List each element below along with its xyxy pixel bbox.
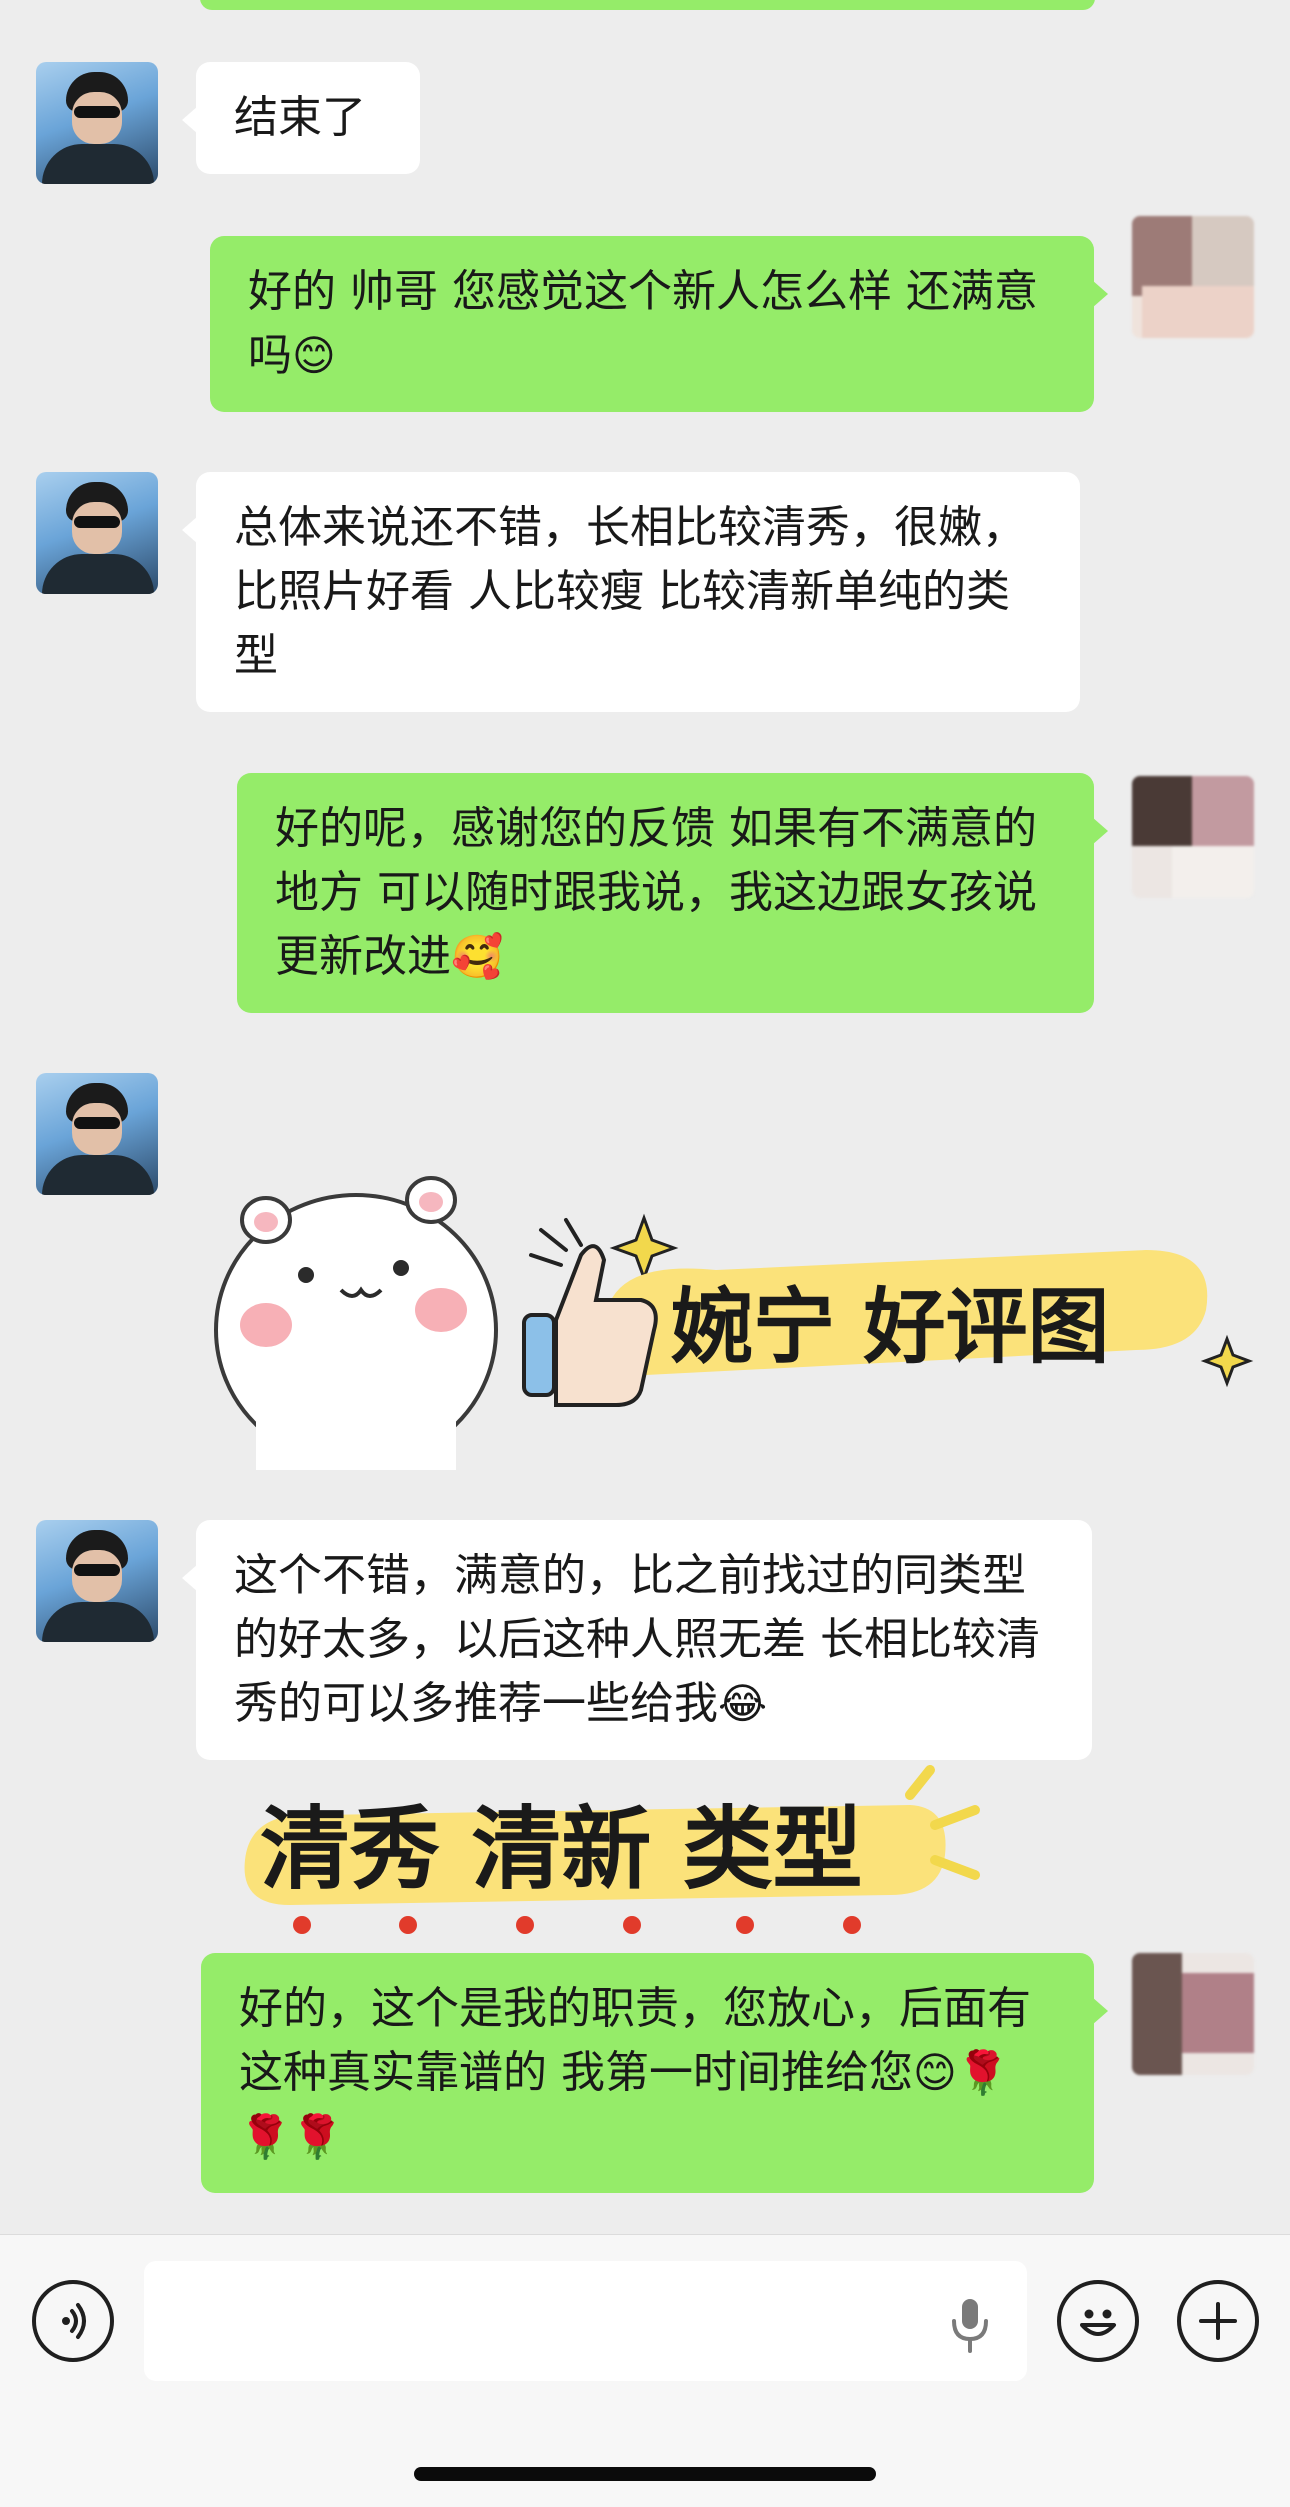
self-avatar[interactable] xyxy=(1132,216,1254,338)
message-text: 这个不错，满意的，比之前找过的同类型的好太多，以后这种人照无差 长相比较清秀的可… xyxy=(234,1550,1040,1729)
contact-avatar[interactable] xyxy=(36,472,158,594)
review-sticker[interactable]: 婉宁 好评图 xyxy=(196,1150,1256,1470)
sticker-caption: 婉宁 好评图 xyxy=(671,1280,1110,1375)
smile-emoji: 😊 xyxy=(292,331,336,380)
contact-avatar[interactable] xyxy=(36,62,158,184)
self-avatar[interactable] xyxy=(1132,776,1254,898)
sticker-caption: 清秀 清新 类型 xyxy=(260,1797,863,1902)
voice-toggle-icon xyxy=(62,2303,86,2339)
microphone-button[interactable] xyxy=(945,2295,995,2355)
outgoing-message[interactable]: 好的 帅哥 您感觉这个新人怎么样 还满意吗😊 xyxy=(210,236,1108,412)
type-sticker[interactable]: 清秀 清新 类型 xyxy=(230,1765,990,1945)
contact-avatar[interactable] xyxy=(36,1073,158,1195)
emoji-icon xyxy=(1080,2309,1116,2336)
contact-avatar[interactable] xyxy=(36,1520,158,1642)
outgoing-message[interactable]: 好的，这个是我的职责，您放心，后面有这种真实靠谱的 我第一时间推给您😊🌹🌹🌹 xyxy=(201,1953,1108,2193)
message-input[interactable] xyxy=(144,2261,1027,2381)
more-actions-button[interactable] xyxy=(1177,2280,1259,2362)
microphone-icon xyxy=(952,2299,988,2353)
self-avatar[interactable] xyxy=(1132,1953,1254,2075)
incoming-message[interactable]: 这个不错，满意的，比之前找过的同类型的好太多，以后这种人照无差 长相比较清秀的可… xyxy=(182,1520,1092,1760)
laugh-cry-emoji: 😂 xyxy=(718,1679,768,1728)
previous-message-bubble xyxy=(200,0,1095,10)
incoming-message[interactable]: 总体来说还不错，长相比较清秀，很嫩，比照片好看 人比较瘦 比较清新单纯的类型 xyxy=(182,472,1080,712)
message-text: 好的 帅哥 您感觉这个新人怎么样 还满意吗 xyxy=(248,266,1038,381)
emoji-button[interactable] xyxy=(1057,2280,1139,2362)
voice-toggle-button[interactable] xyxy=(32,2280,114,2362)
message-text: 结束了 xyxy=(234,92,366,143)
plus-icon xyxy=(1199,2302,1237,2340)
home-indicator[interactable] xyxy=(414,2467,876,2481)
hug-emoji: 🥰 xyxy=(451,932,504,981)
message-text: 总体来说还不错，长相比较清秀，很嫩，比照片好看 人比较瘦 比较清新单纯的类型 xyxy=(234,502,1026,681)
outgoing-message[interactable]: 好的呢，感谢您的反馈 如果有不满意的地方 可以随时跟我说，我这边跟女孩说更新改进… xyxy=(237,773,1108,1013)
message-text: 好的呢，感谢您的反馈 如果有不满意的地方 可以随时跟我说，我这边跟女孩说更新改进 xyxy=(275,803,1037,982)
chat-message-list[interactable]: 结束了 好的 帅哥 您感觉这个新人怎么样 还满意吗😊 总体来说还不错，长相比较清… xyxy=(0,0,1290,2234)
incoming-message[interactable]: 结束了 xyxy=(182,62,420,174)
